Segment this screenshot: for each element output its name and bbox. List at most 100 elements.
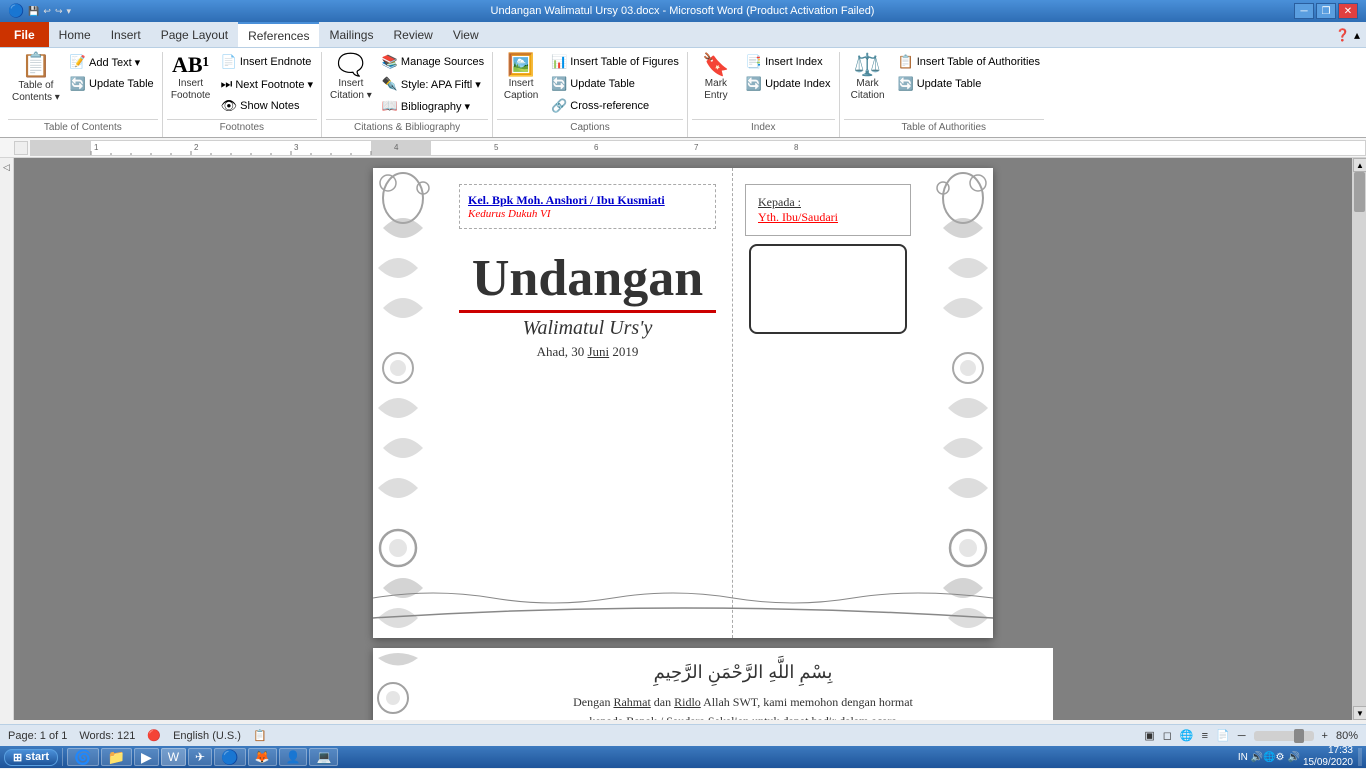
minimize-button[interactable]: ─: [1294, 3, 1314, 19]
view-mode-full[interactable]: ◻: [1163, 729, 1172, 742]
view-mode-web[interactable]: 🌐: [1180, 729, 1194, 742]
svg-text:8: 8: [794, 143, 799, 152]
scroll-down-button[interactable]: ▼: [1353, 706, 1366, 720]
bottom-content: بِسْمِ اللَّهِ الرَّحْمَنِ الرَّحِيمِ De…: [433, 648, 1053, 720]
taskbar-telegram[interactable]: ✈: [188, 748, 212, 766]
selection-marker[interactable]: ◁: [3, 162, 10, 173]
menu-review[interactable]: Review: [383, 22, 442, 47]
taskbar-left: ⊞ start 🌀 📁 ▶ W ✈ 🔵 🦊 👤 💻: [4, 748, 338, 766]
right-scrollbar: ▲ ▼: [1352, 158, 1366, 720]
scroll-thumb[interactable]: [1354, 172, 1365, 212]
page-count: Page: 1 of 1: [8, 730, 67, 742]
subtitle-walimatul: Walimatul Urs'y: [459, 317, 716, 340]
tray-icons: IN 🔊🌐⚙: [1238, 752, 1285, 763]
insert-index-icon: 📑: [746, 54, 762, 70]
captions-buttons: 🖼️ InsertCaption 📊 Insert Table of Figur…: [497, 52, 683, 119]
taskbar-firefox[interactable]: 🦊: [248, 748, 277, 766]
mark-entry-button[interactable]: 🔖 MarkEntry: [692, 52, 740, 104]
menu-references[interactable]: References: [238, 22, 319, 47]
insert-index-button[interactable]: 📑 Insert Index: [742, 52, 835, 72]
index-small-buttons: 📑 Insert Index 🔄 Update Index: [742, 52, 835, 94]
insert-caption-button[interactable]: 🖼️ InsertCaption: [497, 52, 545, 104]
taskbar-word[interactable]: W: [161, 748, 186, 766]
taskbar: ⊞ start 🌀 📁 ▶ W ✈ 🔵 🦊 👤 💻 IN 🔊🌐⚙ 🔊 17:33…: [0, 746, 1366, 768]
ribbon-group-footnotes: AB¹ InsertFootnote 📄 Insert Endnote ⏭ Ne…: [163, 52, 322, 137]
insert-citation-button[interactable]: 🗨️ InsertCitation ▾: [326, 52, 376, 104]
menu-home[interactable]: Home: [49, 22, 101, 47]
scroll-track[interactable]: [1353, 172, 1366, 706]
mark-entry-label: MarkEntry: [704, 78, 727, 102]
taskbar-ie[interactable]: 🌀: [67, 748, 98, 766]
zoom-level[interactable]: 80%: [1336, 730, 1358, 742]
ribbon-group-authorities: ⚖️ MarkCitation 📋 Insert Table of Author…: [840, 52, 1049, 137]
authorities-small-buttons: 📋 Insert Table of Authorities 🔄 Update T…: [894, 52, 1045, 94]
insert-table-figures-label: Insert Table of Figures: [570, 56, 679, 68]
style-icon: ✒️: [382, 76, 398, 92]
mark-citation-button[interactable]: ⚖️ MarkCitation: [844, 52, 892, 104]
next-footnote-label: Next Footnote ▾: [235, 78, 313, 91]
manage-sources-button[interactable]: 📚 Manage Sources: [378, 52, 488, 72]
add-text-button[interactable]: 📝 Add Text ▾: [66, 52, 158, 72]
menu-insert[interactable]: Insert: [101, 22, 151, 47]
quick-undo[interactable]: ↩: [43, 6, 51, 17]
taskbar-contact[interactable]: 👤: [279, 748, 308, 766]
menu-mailings[interactable]: Mailings: [319, 22, 383, 47]
mark-citation-icon: ⚖️: [854, 54, 881, 76]
body-text1: Dengan Rahmat dan Ridlo Allah SWT, kami …: [453, 693, 1033, 712]
update-table-authorities-button[interactable]: 🔄 Update Table: [894, 74, 1045, 94]
update-table-toc-label: Update Table: [89, 78, 154, 90]
close-button[interactable]: ✕: [1338, 3, 1358, 19]
insert-table-authorities-button[interactable]: 📋 Insert Table of Authorities: [894, 52, 1045, 72]
menu-view[interactable]: View: [443, 22, 489, 47]
bibliography-button[interactable]: 📖 Bibliography ▾: [378, 96, 488, 116]
taskbar-remote[interactable]: 💻: [309, 748, 338, 766]
quick-redo[interactable]: ↪: [55, 6, 63, 17]
help-icon[interactable]: ❓: [1335, 28, 1350, 42]
menu-file[interactable]: File: [0, 22, 49, 47]
clock-time: 17:33: [1303, 745, 1353, 757]
insert-table-figures-button[interactable]: 📊 Insert Table of Figures: [547, 52, 683, 72]
next-footnote-button[interactable]: ⏭ Next Footnote ▾: [217, 74, 317, 94]
ruler-corner[interactable]: [14, 141, 28, 155]
insert-table-authorities-label: Insert Table of Authorities: [917, 56, 1040, 68]
ruler: 1 2 3 4 5 6 7 8: [30, 140, 1366, 156]
language-label[interactable]: English (U.S.): [173, 730, 241, 742]
bottom-left-decor: [373, 648, 433, 720]
style-button[interactable]: ✒️ Style: APA Fiftl ▾: [378, 74, 488, 94]
taskbar-media[interactable]: ▶: [134, 748, 159, 766]
menu-pagelayout[interactable]: Page Layout: [151, 22, 238, 47]
insert-endnote-button[interactable]: 📄 Insert Endnote: [217, 52, 317, 72]
minimize-ribbon-icon[interactable]: ▴: [1354, 28, 1360, 42]
update-table-toc-button[interactable]: 🔄 Update Table: [66, 74, 158, 94]
table-of-contents-button[interactable]: 📋 Table ofContents ▾: [8, 52, 64, 106]
manage-sources-label: Manage Sources: [401, 56, 484, 68]
quick-save[interactable]: 💾: [28, 6, 39, 17]
update-index-button[interactable]: 🔄 Update Index: [742, 74, 835, 94]
zoom-slider[interactable]: [1254, 731, 1314, 741]
insert-footnote-button[interactable]: AB¹ InsertFootnote: [167, 52, 215, 104]
restore-button[interactable]: ❐: [1316, 3, 1336, 19]
show-desktop-button[interactable]: [1358, 748, 1362, 766]
add-text-label: Add Text ▾: [89, 56, 140, 69]
zoom-out-button[interactable]: ─: [1238, 730, 1246, 742]
svg-text:4: 4: [394, 143, 399, 152]
view-mode-outline[interactable]: ≡: [1202, 730, 1208, 742]
taskbar-chrome[interactable]: 🔵: [214, 748, 245, 766]
show-notes-button[interactable]: 👁 Show Notes: [217, 96, 317, 116]
title-section: Undangan Walimatul Urs'y Ahad, 30 Juni 2…: [459, 249, 716, 360]
cross-reference-button[interactable]: 🔗 Cross-reference: [547, 96, 683, 116]
view-mode-print[interactable]: ▣: [1144, 729, 1154, 742]
ribbon-group-captions: 🖼️ InsertCaption 📊 Insert Table of Figur…: [493, 52, 688, 137]
update-table-captions-icon: 🔄: [551, 76, 567, 92]
start-button[interactable]: ⊞ start: [4, 749, 58, 766]
body-dan: dan: [654, 695, 674, 709]
view-mode-draft[interactable]: 📄: [1216, 729, 1230, 742]
left-panel: Kel. Bpk Moh. Anshori / Ibu Kusmiati Ked…: [443, 168, 733, 638]
body-dengan: Dengan: [573, 695, 613, 709]
svg-text:2: 2: [194, 143, 199, 152]
page-top-section[interactable]: Kel. Bpk Moh. Anshori / Ibu Kusmiati Ked…: [373, 168, 993, 638]
zoom-in-button[interactable]: +: [1322, 730, 1328, 742]
update-table-captions-button[interactable]: 🔄 Update Table: [547, 74, 683, 94]
taskbar-folder[interactable]: 📁: [101, 748, 132, 766]
scroll-up-button[interactable]: ▲: [1353, 158, 1366, 172]
